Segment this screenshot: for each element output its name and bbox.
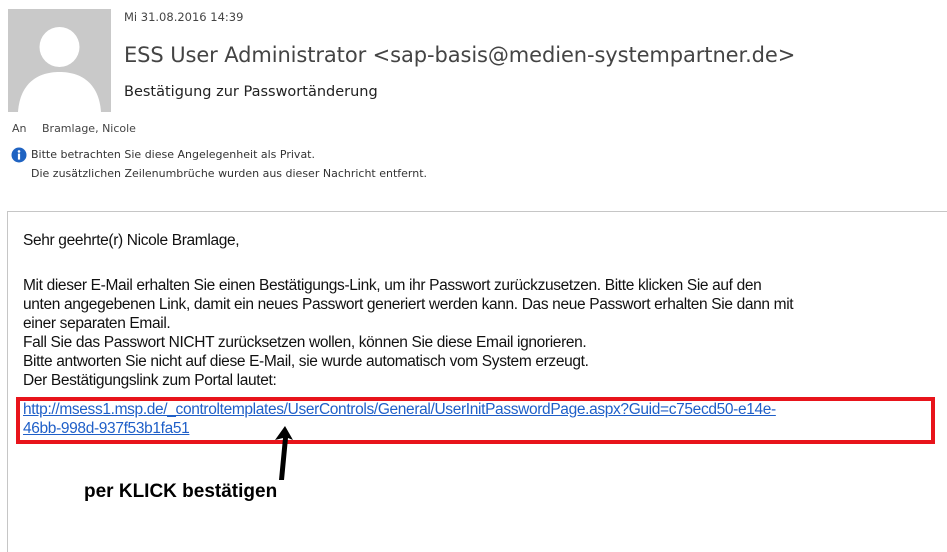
email-subject: Bestätigung zur Passwortänderung (124, 84, 378, 100)
message-line: Bitte antworten Sie nicht auf diese E-Ma… (23, 353, 589, 370)
confirmation-link-continued[interactable]: 46bb-998d-937f53b1fa51 (23, 420, 190, 438)
recipient-row: An Bramlage, Nicole (12, 122, 136, 135)
email-date: Mi 31.08.2016 14:39 (124, 10, 244, 24)
message-line: Mit dieser E-Mail erhalten Sie einen Bes… (23, 277, 762, 294)
email-header: Mi 31.08.2016 14:39 ESS User Administrat… (0, 0, 947, 200)
info-privacy-notice: Bitte betrachten Sie diese Angelegenheit… (31, 148, 315, 161)
message-line: unten angegebenen Link, damit ein neues … (23, 296, 794, 313)
message-line: Fall Sie das Passwort NICHT zurücksetzen… (23, 334, 587, 351)
email-sender[interactable]: ESS User Administrator <sap-basis@medien… (124, 43, 795, 67)
message-greeting: Sehr geehrte(r) Nicole Bramlage, (23, 232, 240, 249)
recipient-name[interactable]: Bramlage, Nicole (42, 122, 136, 135)
click-instruction-annotation: per KLICK bestätigen (84, 481, 278, 502)
person-silhouette-icon (8, 9, 111, 112)
message-line: Der Bestätigungslink zum Portal lautet: (23, 372, 277, 389)
sender-avatar (8, 9, 111, 112)
arrow-up-icon (275, 426, 293, 480)
confirmation-link[interactable]: http://msess1.msp.de/_controltemplates/U… (23, 401, 776, 419)
info-icon (11, 147, 27, 163)
info-linebreak-notice: Die zusätzlichen Zeilenumbrüche wurden a… (31, 167, 428, 180)
message-line: einer separaten Email. (23, 315, 171, 332)
recipient-label: An (12, 122, 27, 135)
